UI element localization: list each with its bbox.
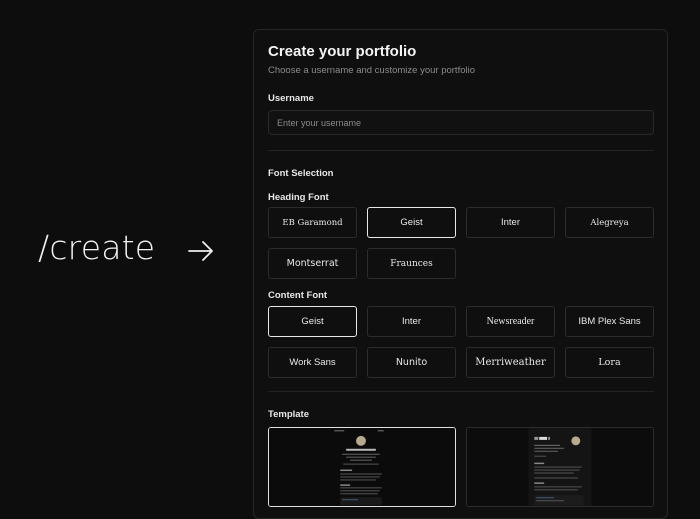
content-font-ibm-plex-sans[interactable]: IBM Plex Sans: [565, 306, 654, 337]
page-subtitle: Choose a username and customize your por…: [268, 65, 476, 76]
heading-font-options: EB Garamond Geist Inter Alegreya Montser…: [268, 207, 655, 279]
content-font-newsreader[interactable]: Newsreader: [466, 306, 555, 337]
heading-font-alegreya[interactable]: Alegreya: [565, 207, 654, 238]
content-font-label: Content Font: [268, 290, 328, 301]
heading-font-geist[interactable]: Geist: [367, 207, 456, 238]
template-label: Template: [268, 409, 310, 420]
content-font-options: Geist Inter Newsreader IBM Plex Sans Wor…: [268, 306, 655, 378]
route-label: /create: [38, 228, 156, 267]
heading-font-montserrat[interactable]: Montserrat: [268, 248, 357, 279]
template-option-2[interactable]: [466, 427, 654, 507]
content-font-merriweather[interactable]: Merriweather: [466, 347, 555, 378]
content-font-inter[interactable]: Inter: [367, 306, 456, 337]
heading-font-fraunces[interactable]: Fraunces: [367, 248, 456, 279]
content-font-lora[interactable]: Lora: [565, 347, 654, 378]
template-thumbnail: [269, 428, 455, 506]
template-option-1[interactable]: [268, 427, 456, 507]
username-input[interactable]: [268, 110, 654, 135]
create-portfolio-panel: Create your portfolio Choose a username …: [253, 29, 668, 519]
heading-font-inter[interactable]: Inter: [466, 207, 555, 238]
font-selection-title: Font Selection: [268, 168, 334, 179]
content-font-nunito[interactable]: Nunito: [367, 347, 456, 378]
page-title: Create your portfolio: [268, 43, 417, 60]
arrow-right-icon: [188, 241, 213, 261]
username-label: Username: [268, 93, 314, 104]
content-font-work-sans[interactable]: Work Sans: [268, 347, 357, 378]
heading-font-eb-garamond[interactable]: EB Garamond: [268, 207, 357, 238]
content-font-geist[interactable]: Geist: [268, 306, 357, 337]
heading-font-label: Heading Font: [268, 192, 329, 203]
template-thumbnail: [467, 428, 653, 506]
divider: [268, 150, 654, 151]
divider: [268, 391, 654, 392]
